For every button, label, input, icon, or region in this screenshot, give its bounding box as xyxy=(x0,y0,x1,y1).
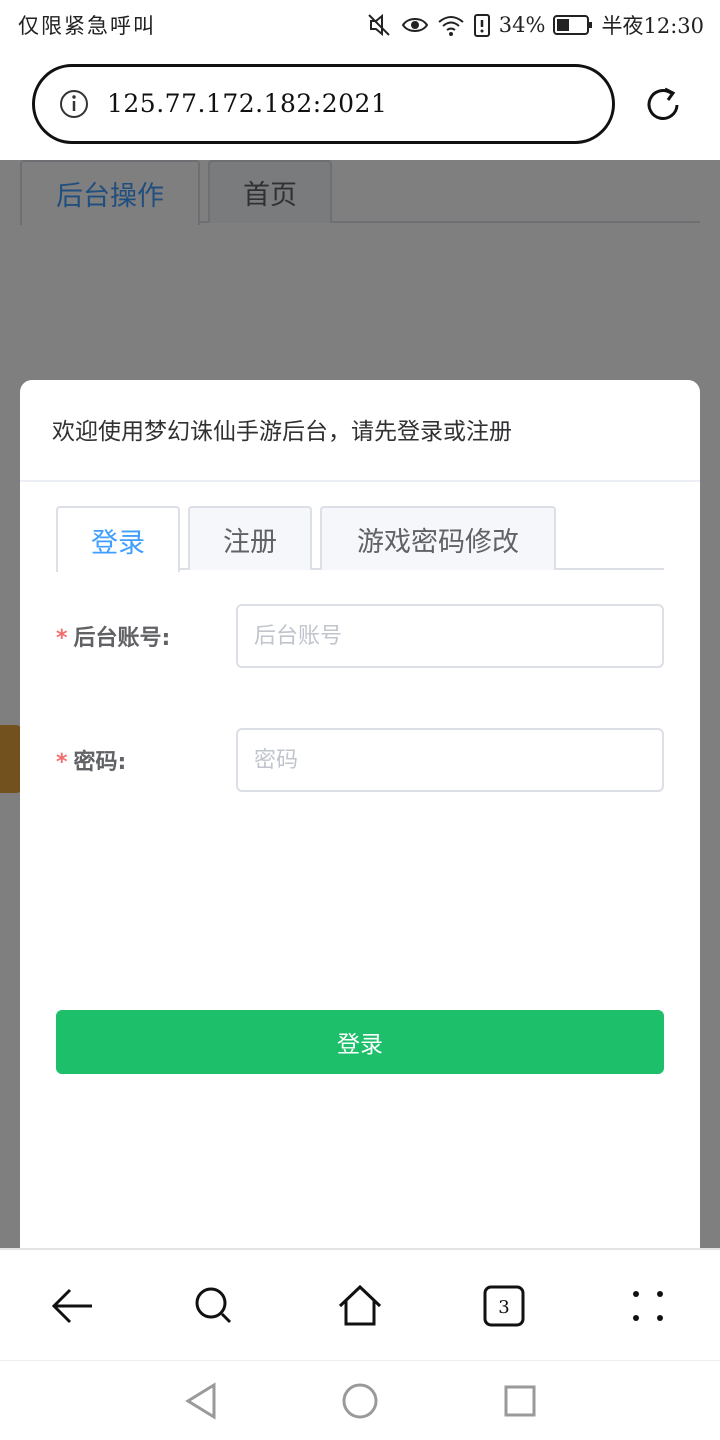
account-row: * 后台账号: xyxy=(56,604,664,668)
more-button[interactable] xyxy=(620,1278,676,1334)
wifi-icon xyxy=(438,16,464,36)
carrier-text: 仅限紧急呼叫 xyxy=(18,14,156,38)
reload-icon[interactable] xyxy=(641,83,685,127)
required-mark: * xyxy=(56,750,68,775)
login-button[interactable]: 登录 xyxy=(56,1010,664,1074)
back-arrow-icon xyxy=(51,1288,92,1324)
back-button[interactable] xyxy=(44,1278,100,1334)
clock: 半夜12:30 xyxy=(601,14,704,38)
account-label: * 后台账号: xyxy=(56,620,170,652)
eye-icon xyxy=(401,18,428,32)
status-bar: 仅限紧急呼叫 34% 半夜12:30 xyxy=(0,0,720,48)
page-content: 后台操作 首页 欢迎使用梦幻诛仙手游后台，请先登录或注册 登录 注册 游戏密码修… xyxy=(0,160,720,1248)
password-label-text: 密码: xyxy=(73,750,127,775)
system-nav-bar xyxy=(0,1360,720,1440)
address-bar[interactable]: 125.77.172.182:2021 xyxy=(32,64,615,144)
dialog-tabs: 登录 注册 游戏密码修改 xyxy=(56,506,664,572)
tab-game-password[interactable]: 游戏密码修改 xyxy=(320,506,556,570)
status-icons: 34% 半夜12:30 xyxy=(367,10,704,40)
tab-login[interactable]: 登录 xyxy=(56,506,180,572)
search-button[interactable] xyxy=(186,1278,242,1334)
password-row: * 密码: xyxy=(56,728,664,792)
nav-recents-button[interactable] xyxy=(498,1379,542,1423)
nav-home-button[interactable] xyxy=(338,1379,382,1423)
required-mark: * xyxy=(56,626,68,651)
password-label: * 密码: xyxy=(56,744,126,776)
account-label-text: 后台账号: xyxy=(73,626,171,651)
search-icon xyxy=(195,1287,232,1324)
mute-icon xyxy=(368,13,390,37)
tab-count: 3 xyxy=(498,1297,509,1318)
password-input[interactable] xyxy=(236,728,664,792)
battery-icon xyxy=(553,15,593,35)
tabs-button[interactable]: 3 xyxy=(476,1278,532,1334)
battery-alert-icon xyxy=(473,14,490,37)
home-icon xyxy=(338,1284,382,1326)
battery-percent: 34% xyxy=(498,13,546,37)
login-dialog: 欢迎使用梦幻诛仙手游后台，请先登录或注册 登录 注册 游戏密码修改 * 后台账号:… xyxy=(20,380,700,1248)
circle-home-icon xyxy=(342,1383,378,1419)
info-icon[interactable] xyxy=(59,89,89,119)
browser-toolbar: 3 xyxy=(0,1248,720,1360)
account-input[interactable] xyxy=(236,604,664,668)
address-bar-area: 125.77.172.182:2021 xyxy=(0,48,720,160)
tab-register[interactable]: 注册 xyxy=(188,506,312,570)
square-recents-icon xyxy=(504,1385,536,1417)
home-button[interactable] xyxy=(332,1278,388,1334)
more-icon xyxy=(633,1291,663,1321)
tabs-icon: 3 xyxy=(483,1285,525,1327)
triangle-back-icon xyxy=(185,1382,216,1420)
dialog-title: 欢迎使用梦幻诛仙手游后台，请先登录或注册 xyxy=(20,380,700,482)
nav-back-button[interactable] xyxy=(178,1379,222,1423)
url-text[interactable]: 125.77.172.182:2021 xyxy=(107,89,387,118)
